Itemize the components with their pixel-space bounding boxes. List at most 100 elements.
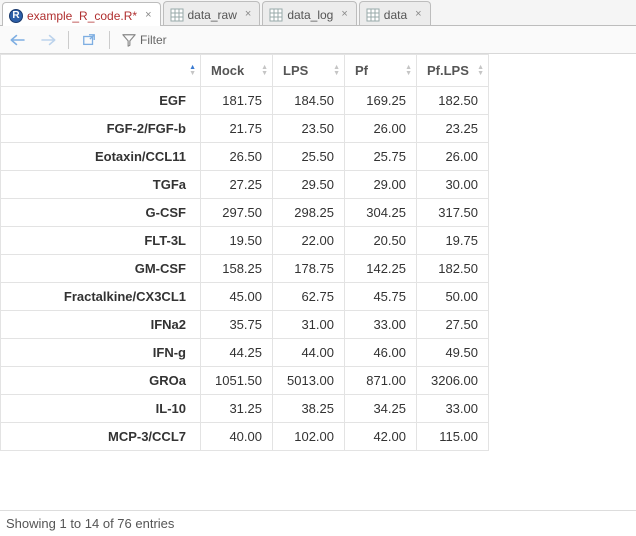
close-icon[interactable]: × <box>341 9 347 20</box>
row-label[interactable]: IFNa2 <box>1 311 201 339</box>
cell[interactable]: 19.75 <box>417 227 489 255</box>
tab-data-raw[interactable]: data_raw× <box>163 1 261 25</box>
column-header-lps[interactable]: LPS▲▼ <box>273 55 345 87</box>
column-label: Pf <box>355 63 368 78</box>
status-text: Showing 1 to 14 of 76 entries <box>6 516 174 531</box>
cell[interactable]: 25.50 <box>273 143 345 171</box>
cell[interactable]: 297.50 <box>201 199 273 227</box>
cell[interactable]: 30.00 <box>417 171 489 199</box>
cell[interactable]: 142.25 <box>345 255 417 283</box>
cell[interactable]: 181.75 <box>201 87 273 115</box>
cell[interactable]: 33.00 <box>345 311 417 339</box>
row-label[interactable]: EGF <box>1 87 201 115</box>
forward-button[interactable] <box>36 30 60 50</box>
close-icon[interactable]: × <box>415 9 421 20</box>
back-button[interactable] <box>6 30 30 50</box>
cell[interactable]: 182.50 <box>417 87 489 115</box>
column-header-mock[interactable]: Mock▲▼ <box>201 55 273 87</box>
cell[interactable]: 304.25 <box>345 199 417 227</box>
cell[interactable]: 49.50 <box>417 339 489 367</box>
close-icon[interactable]: × <box>145 10 151 21</box>
cell[interactable]: 40.00 <box>201 423 273 451</box>
cell[interactable]: 42.00 <box>345 423 417 451</box>
sort-icon: ▲▼ <box>477 65 484 77</box>
cell[interactable]: 115.00 <box>417 423 489 451</box>
cell[interactable]: 26.00 <box>417 143 489 171</box>
row-label[interactable]: Fractalkine/CX3CL1 <box>1 283 201 311</box>
cell[interactable]: 44.00 <box>273 339 345 367</box>
cell[interactable]: 34.25 <box>345 395 417 423</box>
table-row: GROa1051.505013.00871.003206.00 <box>1 367 489 395</box>
cell[interactable]: 33.00 <box>417 395 489 423</box>
cell[interactable]: 29.50 <box>273 171 345 199</box>
table-row: IFN-g44.2544.0046.0049.50 <box>1 339 489 367</box>
cell[interactable]: 23.50 <box>273 115 345 143</box>
cell[interactable]: 26.00 <box>345 115 417 143</box>
cell[interactable]: 46.00 <box>345 339 417 367</box>
column-header-pf-lps[interactable]: Pf.LPS ▲▼ <box>417 55 489 87</box>
cell[interactable]: 19.50 <box>201 227 273 255</box>
cell[interactable]: 31.25 <box>201 395 273 423</box>
cell[interactable]: 38.25 <box>273 395 345 423</box>
data-frame-icon <box>170 8 184 22</box>
row-label[interactable]: FGF-2/FGF-b <box>1 115 201 143</box>
cell[interactable]: 102.00 <box>273 423 345 451</box>
row-label[interactable]: FLT-3L <box>1 227 201 255</box>
data-table-viewport[interactable]: ▲▼Mock▲▼LPS▲▼Pf▲▼Pf.LPS▲▼ EGF181.75184.5… <box>0 54 636 510</box>
sort-icon: ▲▼ <box>405 65 412 77</box>
sort-icon: ▲▼ <box>261 65 268 77</box>
table-row: GM-CSF158.25178.75142.25182.50 <box>1 255 489 283</box>
cell[interactable]: 21.75 <box>201 115 273 143</box>
column-label: Pf.LPS <box>427 63 469 78</box>
data-table: ▲▼Mock▲▼LPS▲▼Pf▲▼Pf.LPS▲▼ EGF181.75184.5… <box>0 54 489 451</box>
cell[interactable]: 871.00 <box>345 367 417 395</box>
cell[interactable]: 62.75 <box>273 283 345 311</box>
cell[interactable]: 26.50 <box>201 143 273 171</box>
cell[interactable]: 20.50 <box>345 227 417 255</box>
cell[interactable]: 50.00 <box>417 283 489 311</box>
cell[interactable]: 29.00 <box>345 171 417 199</box>
close-icon[interactable]: × <box>245 9 251 20</box>
filter-button[interactable]: Filter <box>118 33 171 47</box>
tab-label: example_R_code.R* <box>27 9 137 23</box>
tab-data-log[interactable]: data_log× <box>262 1 356 25</box>
cell[interactable]: 25.75 <box>345 143 417 171</box>
row-label[interactable]: IL-10 <box>1 395 201 423</box>
cell[interactable]: 23.25 <box>417 115 489 143</box>
cell[interactable]: 169.25 <box>345 87 417 115</box>
cell[interactable]: 182.50 <box>417 255 489 283</box>
row-label[interactable]: Eotaxin/CCL11 <box>1 143 201 171</box>
cell[interactable]: 298.25 <box>273 199 345 227</box>
column-header-pf[interactable]: Pf ▲▼ <box>345 55 417 87</box>
cell[interactable]: 178.75 <box>273 255 345 283</box>
cell[interactable]: 31.00 <box>273 311 345 339</box>
cell[interactable]: 35.75 <box>201 311 273 339</box>
tab-example-r-code-r-[interactable]: Rexample_R_code.R*× <box>2 2 161 26</box>
cell[interactable]: 158.25 <box>201 255 273 283</box>
cell[interactable]: 44.25 <box>201 339 273 367</box>
status-bar: Showing 1 to 14 of 76 entries <box>0 510 636 536</box>
row-label[interactable]: GROa <box>1 367 201 395</box>
cell[interactable]: 5013.00 <box>273 367 345 395</box>
row-label[interactable]: GM-CSF <box>1 255 201 283</box>
cell[interactable]: 45.75 <box>345 283 417 311</box>
popout-button[interactable] <box>77 30 101 50</box>
cell[interactable]: 45.00 <box>201 283 273 311</box>
row-label[interactable]: IFN-g <box>1 339 201 367</box>
row-label[interactable]: TGFa <box>1 171 201 199</box>
cell[interactable]: 1051.50 <box>201 367 273 395</box>
toolbar-separator <box>68 31 69 49</box>
row-label[interactable]: G-CSF <box>1 199 201 227</box>
row-names-header[interactable]: ▲▼ <box>1 55 201 87</box>
cell[interactable]: 27.50 <box>417 311 489 339</box>
cell[interactable]: 22.00 <box>273 227 345 255</box>
tab-bar: Rexample_R_code.R*×data_raw×data_log×dat… <box>0 0 636 26</box>
table-row: MCP-3/CCL740.00102.0042.00115.00 <box>1 423 489 451</box>
cell[interactable]: 27.25 <box>201 171 273 199</box>
row-label[interactable]: MCP-3/CCL7 <box>1 423 201 451</box>
tab-data[interactable]: data× <box>359 1 431 25</box>
cell[interactable]: 184.50 <box>273 87 345 115</box>
cell[interactable]: 317.50 <box>417 199 489 227</box>
filter-label: Filter <box>140 33 167 47</box>
cell[interactable]: 3206.00 <box>417 367 489 395</box>
